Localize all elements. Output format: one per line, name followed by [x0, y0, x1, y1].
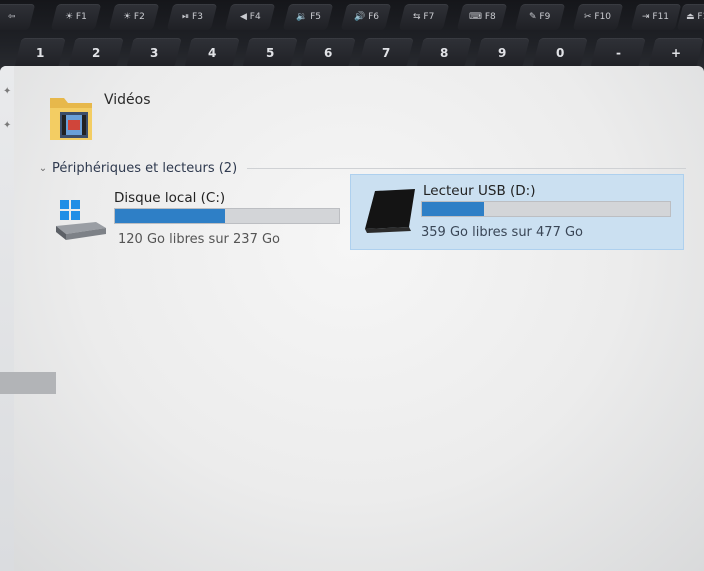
key-f1: ☀ F1 — [50, 4, 102, 30]
drive-free-space: 120 Go libres sur 237 Go — [118, 232, 281, 247]
videos-folder-icon — [50, 98, 92, 140]
key-6: 6 — [300, 38, 356, 68]
key-f7: ⇆ F7 — [398, 4, 450, 30]
key-9: 9 — [474, 38, 530, 68]
key-f3: ⏯ F3 — [166, 4, 218, 30]
key-4: 4 — [184, 38, 240, 68]
key-3: 3 — [126, 38, 182, 68]
key-5: 5 — [242, 38, 298, 68]
chevron-down-icon[interactable]: ⌄ — [36, 163, 50, 174]
drive-item-c[interactable]: Disque local (C:) 120 Go libres sur 237 … — [52, 186, 344, 260]
key-f8: ⌨ F8 — [456, 4, 508, 30]
drive-item-d[interactable]: Lecteur USB (D:) 359 Go libres sur 477 G… — [350, 174, 684, 250]
usb-drive-icon — [365, 189, 415, 233]
key-1: 1 — [14, 38, 66, 68]
key-0: 0 — [532, 38, 588, 68]
drive-name: Lecteur USB (D:) — [423, 183, 536, 199]
key-f12: ⏏ F12 — [676, 4, 704, 30]
key-8: 8 — [416, 38, 472, 68]
key-f2: ☀ F2 — [108, 4, 160, 30]
drive-free-space: 359 Go libres sur 477 Go — [421, 225, 584, 240]
key-f5: 🔉 F5 — [282, 4, 334, 30]
key-f10: ✂ F10 — [572, 4, 624, 30]
key-plus: + — [648, 38, 704, 68]
key-esc: ⇦ — [0, 4, 36, 30]
key-f9: ✎ F9 — [514, 4, 566, 30]
drive-usage-fill — [422, 202, 484, 216]
keyboard-area: ⇦ ☀ F1 ☀ F2 ⏯ F3 ◀ F4 🔉 F5 🔊 F6 ⇆ F7 ⌨ F… — [0, 0, 704, 74]
file-explorer-window: ✦ ✦ Vidéos ⌄ Périphériques et lecteurs (… — [0, 66, 704, 571]
key-f6: 🔊 F6 — [340, 4, 392, 30]
section-title: Périphériques et lecteurs (2) — [52, 160, 238, 176]
windows-drive-icon — [56, 200, 106, 240]
key-minus: - — [590, 38, 646, 68]
scrollbar-thumb[interactable] — [0, 372, 56, 394]
key-f4: ◀ F4 — [224, 4, 276, 30]
pin-icon[interactable]: ✦ — [3, 120, 11, 131]
folder-label: Vidéos — [104, 92, 151, 108]
folder-item-videos[interactable]: Vidéos — [48, 84, 208, 154]
drive-usage-bar — [421, 201, 671, 217]
key-7: 7 — [358, 38, 414, 68]
drive-usage-fill — [115, 209, 225, 223]
drive-usage-bar — [114, 208, 340, 224]
navigation-pane-edge: ✦ ✦ — [0, 66, 14, 571]
section-divider — [247, 167, 686, 169]
drive-name: Disque local (C:) — [114, 190, 226, 206]
pin-icon[interactable]: ✦ — [3, 86, 11, 97]
key-2: 2 — [68, 38, 124, 68]
key-f11: ⇥ F11 — [630, 4, 682, 30]
